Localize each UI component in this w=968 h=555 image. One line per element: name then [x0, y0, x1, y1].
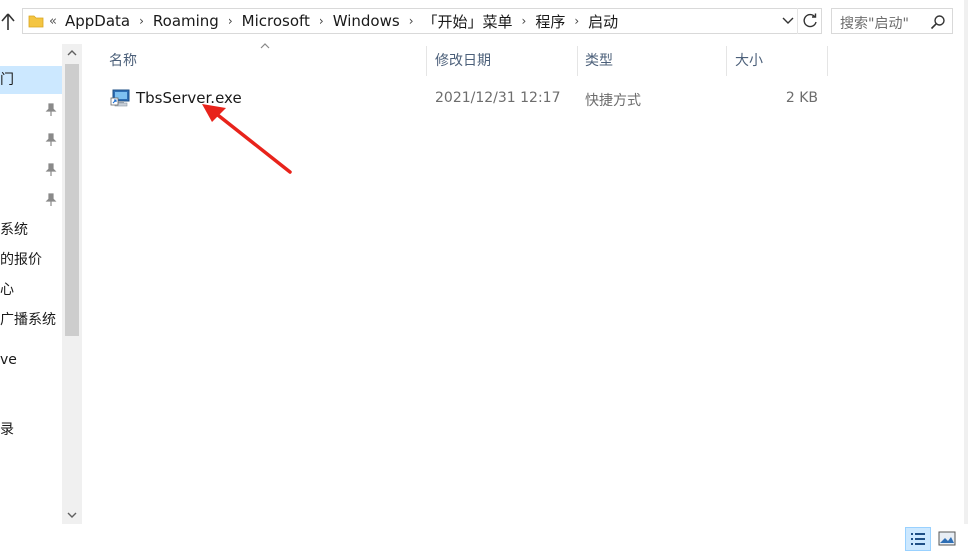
details-view-button[interactable] — [905, 527, 931, 551]
address-dropdown-button[interactable] — [778, 8, 798, 34]
crumb-appdata[interactable]: AppData — [65, 12, 130, 30]
crumb-start-menu[interactable]: 「开始」菜单 — [423, 11, 513, 32]
column-header: 名称 修改日期 类型 大小 — [82, 43, 968, 78]
chevron-right-icon[interactable]: › — [574, 14, 579, 28]
file-type: 快捷方式 — [585, 93, 641, 109]
nav-item-label: 心 — [0, 282, 14, 298]
chevron-right-icon[interactable]: › — [228, 14, 233, 28]
details-view-icon — [911, 533, 925, 545]
file-row[interactable]: TbsServer.exe 2021/12/31 12:17 快捷方式 2 KB — [82, 84, 832, 114]
scroll-thumb[interactable] — [65, 64, 79, 336]
refresh-button[interactable] — [797, 8, 821, 34]
chevron-right-icon[interactable]: › — [409, 14, 414, 28]
address-bar-area: « AppData › Roaming › Microsoft › Window… — [0, 0, 968, 44]
nav-item[interactable]: ve — [0, 346, 62, 374]
up-button[interactable] — [0, 10, 16, 34]
search-box[interactable]: 搜索"启动" — [831, 8, 953, 34]
navigation-scrollbar[interactable] — [62, 44, 82, 524]
nav-item[interactable]: 门 — [0, 66, 62, 94]
column-size[interactable]: 大小 — [735, 44, 763, 78]
chevron-down-icon — [67, 512, 77, 518]
refresh-icon — [803, 13, 817, 28]
nav-item-label: 录 — [0, 422, 14, 438]
nav-item-label: 门 — [0, 72, 14, 88]
sort-ascending-icon — [260, 43, 270, 49]
crumb-programs[interactable]: 程序 — [535, 11, 565, 32]
window-edge — [964, 0, 968, 555]
nav-item[interactable]: 的报价 — [0, 246, 62, 274]
nav-item[interactable] — [0, 156, 62, 184]
crumb-roaming[interactable]: Roaming — [153, 12, 219, 30]
crumb-windows[interactable]: Windows — [333, 12, 400, 30]
shortcut-app-icon — [110, 89, 130, 107]
breadcrumb: « AppData › Roaming › Microsoft › Window… — [49, 9, 618, 33]
folder-icon — [28, 15, 44, 28]
pin-icon — [45, 193, 57, 206]
chevron-up-icon — [67, 50, 77, 56]
chevron-right-icon[interactable]: › — [319, 14, 324, 28]
chevron-right-icon[interactable]: › — [139, 14, 144, 28]
large-icons-view-button[interactable] — [934, 527, 960, 551]
nav-item[interactable]: 心 — [0, 276, 62, 304]
search-icon[interactable] — [930, 14, 946, 30]
nav-item[interactable]: 系统 — [0, 216, 62, 244]
nav-item[interactable] — [0, 186, 62, 214]
pin-icon — [45, 103, 57, 116]
address-bar[interactable]: « AppData › Roaming › Microsoft › Window… — [22, 8, 822, 34]
large-icons-view-icon — [938, 531, 956, 546]
arrow-up-icon — [1, 13, 15, 30]
nav-item-label: 系统 — [0, 222, 28, 238]
annotation-arrow-icon — [202, 104, 292, 174]
column-divider[interactable] — [827, 46, 828, 76]
breadcrumb-overflow[interactable]: « — [49, 14, 57, 29]
nav-item-label: 的报价 — [0, 252, 42, 268]
pin-icon — [45, 163, 57, 176]
crumb-startup[interactable]: 启动 — [588, 11, 618, 32]
column-divider[interactable] — [426, 46, 427, 76]
nav-item-label: 广播系统 — [0, 312, 56, 328]
column-type[interactable]: 类型 — [585, 44, 613, 78]
scroll-down-button[interactable] — [62, 506, 82, 524]
chevron-right-icon[interactable]: › — [522, 14, 527, 28]
column-divider[interactable] — [726, 46, 727, 76]
nav-item[interactable] — [0, 126, 62, 154]
chevron-down-icon — [782, 17, 794, 24]
navigation-pane: 门 系统 的报价 心 广播系统 ve 录 — [0, 44, 62, 524]
file-size: 2 KB — [785, 90, 818, 106]
status-bar — [0, 524, 968, 555]
nav-item[interactable] — [0, 96, 62, 124]
pin-icon — [45, 133, 57, 146]
file-date: 2021/12/31 12:17 — [435, 90, 561, 106]
nav-item[interactable]: 录 — [0, 416, 62, 444]
scroll-up-button[interactable] — [62, 44, 82, 62]
search-placeholder: 搜索"启动" — [840, 16, 909, 32]
crumb-microsoft[interactable]: Microsoft — [242, 12, 310, 30]
column-divider[interactable] — [577, 46, 578, 76]
nav-item[interactable]: 广播系统 — [0, 306, 62, 334]
column-name[interactable]: 名称 — [109, 44, 137, 78]
column-date[interactable]: 修改日期 — [435, 44, 491, 78]
nav-item-label: ve — [0, 352, 17, 368]
